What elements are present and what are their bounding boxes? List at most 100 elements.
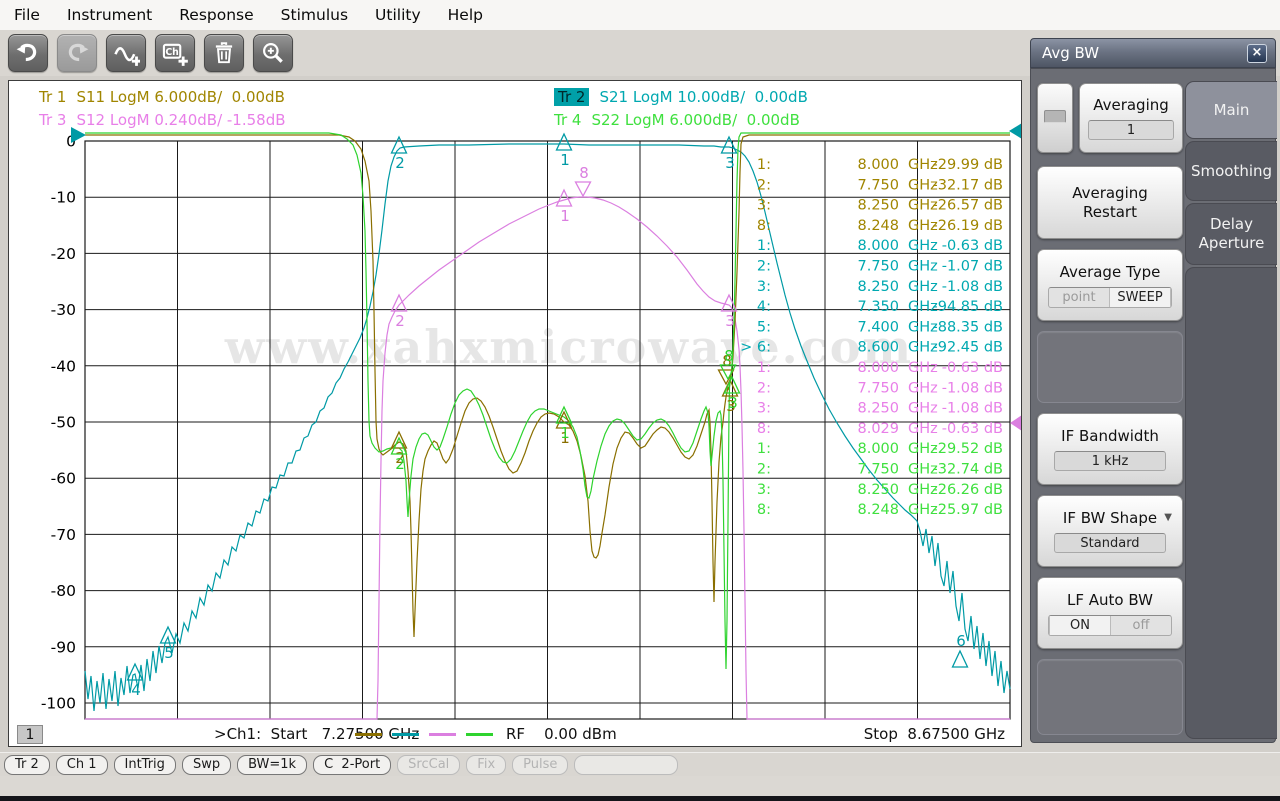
- if-bw-shape-button[interactable]: ▼ IF BW Shape Standard: [1037, 495, 1183, 567]
- status-inttrig[interactable]: IntTrig: [113, 754, 176, 775]
- readout-frequency: 8.250: [857, 482, 899, 498]
- if-bandwidth-value[interactable]: 1 kHz: [1054, 451, 1166, 471]
- menu-help[interactable]: Help: [448, 6, 483, 24]
- menu-stimulus[interactable]: Stimulus: [281, 6, 348, 24]
- readout-value: -1.07 dB: [942, 259, 1003, 275]
- readout-frequency: 7.350: [857, 299, 899, 315]
- delete-button[interactable]: [204, 34, 244, 72]
- tab-smoothing[interactable]: Smoothing: [1185, 141, 1277, 201]
- status-ch-1[interactable]: Ch 1: [55, 754, 108, 775]
- average-type-button[interactable]: Average Type point SWEEP: [1037, 249, 1183, 321]
- averaging-value[interactable]: 1: [1088, 120, 1174, 140]
- readout-value: -26.57 dB: [932, 198, 1003, 214]
- status-c-2-port[interactable]: C 2-Port: [313, 754, 392, 775]
- averaging-indicator[interactable]: [1037, 83, 1073, 153]
- readout-unit: GHz: [908, 401, 938, 417]
- readout-value: -26.26 dB: [932, 482, 1003, 498]
- readout-unit: GHz: [908, 421, 938, 437]
- average-type-point[interactable]: point: [1049, 288, 1109, 307]
- if-bandwidth-button[interactable]: IF Bandwidth 1 kHz: [1037, 413, 1183, 485]
- readout-value: -92.45 dB: [932, 340, 1003, 356]
- zoom-icon: [263, 43, 283, 63]
- status-swp[interactable]: Swp: [181, 754, 232, 775]
- readout-marker-num: 3:: [757, 279, 771, 295]
- readout-frequency: 8.000: [857, 360, 899, 376]
- marker-2-icon[interactable]: [390, 293, 408, 312]
- trace-tag-tr2[interactable]: Tr 2: [554, 88, 590, 106]
- empty-slot-1: [1037, 331, 1183, 403]
- menu-instrument[interactable]: Instrument: [67, 6, 152, 24]
- readout-marker-num: 1:: [757, 157, 771, 173]
- close-icon[interactable]: ×: [1247, 43, 1267, 63]
- panel-title-bar[interactable]: Avg BW ×: [1030, 38, 1276, 68]
- readout-frequency: 8.250: [857, 401, 899, 417]
- lf-auto-bw-off[interactable]: off: [1111, 616, 1171, 635]
- marker-5-icon[interactable]: [159, 625, 177, 644]
- readout-marker-num: 1:: [757, 360, 771, 376]
- add-trace-button[interactable]: [106, 34, 146, 72]
- rf-power: RF 0.00 dBm: [506, 725, 617, 743]
- menu-file[interactable]: File: [14, 6, 40, 24]
- add-trace-icon: [114, 47, 140, 66]
- status-bw-1k[interactable]: BW=1k: [237, 754, 308, 775]
- marker-6-icon[interactable]: [951, 649, 969, 668]
- marker-8-icon[interactable]: [574, 181, 592, 198]
- panel-body: Averaging 1 Averaging Restart Average Typ…: [1030, 68, 1277, 743]
- readout-frequency: 8.029: [857, 421, 899, 437]
- menu-utility[interactable]: Utility: [375, 6, 421, 24]
- marker-label: 2: [395, 154, 405, 172]
- trace-labels: Tr 1 S11 LogM 6.000dB/ 0.00dB Tr 2 S21 LogM…: [9, 81, 1021, 137]
- marker-label: 2: [395, 455, 405, 473]
- averaging-button[interactable]: Averaging 1: [1079, 83, 1183, 153]
- marker-label: 3: [725, 312, 735, 330]
- stimulus-footer: 1 >Ch1: Start 7.27500 GHz RF 0.00 dBm St…: [9, 723, 1021, 746]
- marker-label: 1: [560, 207, 570, 225]
- readout-frequency: 7.750: [857, 177, 899, 193]
- y-axis-label: -20: [51, 245, 76, 263]
- marker-label: 2: [395, 312, 405, 330]
- status-tr-2[interactable]: Tr 2: [4, 754, 50, 775]
- channel-badge[interactable]: 1: [17, 725, 43, 744]
- readout-value: -0.63 dB: [942, 238, 1003, 254]
- readout-frequency: 8.000: [857, 238, 899, 254]
- menu-bar: File Instrument Response Stimulus Utility Hel…: [0, 0, 1280, 30]
- menu-response[interactable]: Response: [179, 6, 253, 24]
- readout-frequency: 8.000: [857, 441, 899, 457]
- readout-value: -1.08 dB: [942, 279, 1003, 295]
- readout-frequency: 8.248: [857, 502, 899, 518]
- lf-auto-bw-on[interactable]: ON: [1049, 615, 1111, 635]
- if-bw-shape-value[interactable]: Standard: [1054, 533, 1166, 553]
- marker-label: 3: [728, 394, 738, 412]
- undo-button[interactable]: [8, 34, 48, 72]
- zoom-button[interactable]: [253, 34, 293, 72]
- trace-detail: S22 LogM 6.000dB/ 0.00dB: [591, 111, 800, 129]
- averaging-restart-button[interactable]: Averaging Restart: [1037, 166, 1183, 239]
- redo-button: [57, 34, 97, 72]
- average-type-toggle[interactable]: point SWEEP: [1048, 286, 1172, 308]
- lf-auto-bw-button[interactable]: LF Auto BW ON off: [1037, 577, 1183, 649]
- readout-marker-num: 8:: [757, 218, 771, 234]
- readout-unit: GHz: [908, 279, 938, 295]
- marker-2-icon[interactable]: [390, 135, 408, 154]
- trash-icon: [215, 42, 233, 64]
- marker-3-icon[interactable]: [720, 135, 738, 154]
- add-channel-button[interactable]: Ch: [155, 34, 195, 72]
- marker-label: 8: [579, 164, 589, 182]
- readout-value: -29.99 dB: [932, 157, 1003, 173]
- readout-frequency: 8.250: [857, 198, 899, 214]
- marker-label: 8: [724, 347, 734, 365]
- tab-main[interactable]: Main: [1185, 81, 1277, 139]
- tab-delay-aperture[interactable]: Delay Aperture: [1185, 203, 1277, 265]
- trace-tag-tr1[interactable]: Tr 1: [39, 88, 66, 106]
- readout-unit: GHz: [908, 380, 938, 396]
- average-type-sweep[interactable]: SWEEP: [1109, 287, 1171, 307]
- chevron-down-icon: ▼: [1164, 512, 1172, 523]
- lf-auto-bw-toggle[interactable]: ON off: [1048, 614, 1172, 636]
- readout-marker-num: > 6:: [740, 340, 771, 356]
- readout-value: -32.74 dB: [932, 462, 1003, 478]
- avg-bw-panel: Avg BW × Averaging 1 Averaging Restart Av…: [1030, 38, 1277, 743]
- trace-tag-tr3[interactable]: Tr 3: [39, 111, 66, 129]
- averaging-label: Averaging: [1093, 96, 1169, 114]
- status-bar: Tr 2 Ch 1 IntTrig Swp BW=1k C 2-Port SrcCal Fix…: [0, 752, 1280, 776]
- trace-tag-tr4[interactable]: Tr 4: [554, 111, 581, 129]
